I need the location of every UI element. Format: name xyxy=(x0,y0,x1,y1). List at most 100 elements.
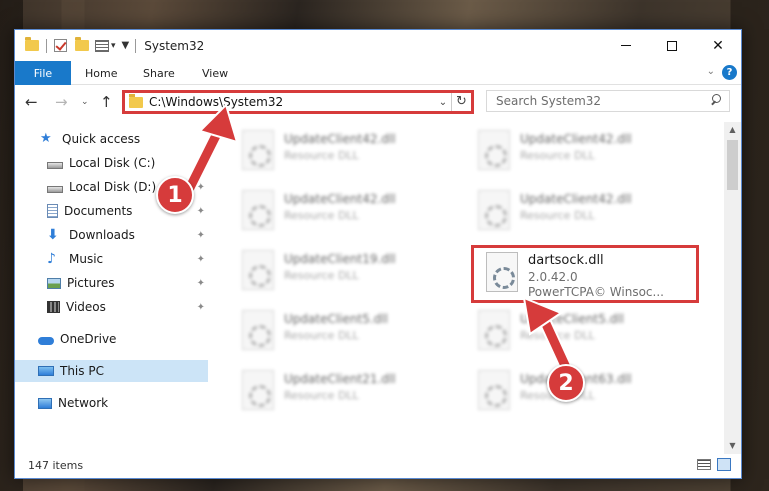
pin-icon[interactable]: ✦ xyxy=(197,230,205,241)
sidebar-item-label: This PC xyxy=(60,364,104,378)
title-divider xyxy=(135,38,137,53)
file-tile[interactable]: UpdateClient5.dll Resource DLL xyxy=(466,306,696,358)
pictures-icon xyxy=(47,277,61,289)
file-tile[interactable]: UpdateClient21.dll Resource DLL xyxy=(230,366,460,418)
file-name: UpdateClient42.dll xyxy=(284,132,396,146)
close-button[interactable]: ✕ xyxy=(695,30,741,61)
back-arrow-icon[interactable]: ← xyxy=(25,93,38,111)
details-view-icon[interactable] xyxy=(697,459,711,470)
search-box[interactable]: Search System32 xyxy=(486,90,730,112)
navigation-pane: ★ Quick access Local Disk (C:) ✦ Local D… xyxy=(15,122,208,452)
new-folder-icon[interactable] xyxy=(75,37,89,51)
file-name: UpdateClient19.dll xyxy=(284,252,396,266)
sidebar-item-quick-access[interactable]: ★ Quick access xyxy=(15,128,208,150)
forward-arrow-icon[interactable]: → xyxy=(55,93,68,111)
sidebar-item-pictures[interactable]: Pictures ✦ xyxy=(15,272,208,294)
file-name: UpdateClient42.dll xyxy=(284,192,396,206)
properties-icon[interactable] xyxy=(95,39,109,52)
downloads-icon: ⬇ xyxy=(47,227,59,243)
dll-file-icon xyxy=(478,310,510,350)
navigation-bar: ← → ⌄ ↑ C:\Windows\System32 ⌄ ↻ Search S… xyxy=(15,86,741,118)
scroll-up-icon[interactable]: ▲ xyxy=(724,122,741,138)
videos-icon xyxy=(47,301,60,313)
tiles-view-icon[interactable] xyxy=(717,458,731,471)
dll-file-icon xyxy=(242,130,274,170)
dll-file-icon xyxy=(242,370,274,410)
minimize-button[interactable] xyxy=(603,30,649,61)
quick-access-divider xyxy=(46,38,47,53)
pin-icon[interactable]: ✦ xyxy=(197,158,205,169)
sidebar-item-label: Downloads xyxy=(69,228,135,242)
minimize-icon xyxy=(621,45,631,46)
sidebar-item-label: Music xyxy=(69,252,104,266)
file-tile[interactable]: UpdateClient42.dll Resource DLL xyxy=(466,186,696,238)
file-name: UpdateClient5.dll xyxy=(284,312,388,326)
this-pc-icon xyxy=(38,366,54,376)
sidebar-item-local-disk-c[interactable]: Local Disk (C:) ✦ xyxy=(15,152,208,174)
drive-icon xyxy=(47,162,63,169)
file-tile[interactable]: UpdateClient42.dll Resource DLL xyxy=(230,186,460,238)
documents-icon xyxy=(47,204,58,218)
sidebar-item-music[interactable]: ♪ Music ✦ xyxy=(15,248,208,270)
chevron-down-icon[interactable]: ▾ xyxy=(111,41,116,51)
file-type: Resource DLL xyxy=(284,389,359,402)
dll-file-icon xyxy=(242,310,274,350)
file-tile[interactable]: UpdateClient5.dll Resource DLL xyxy=(230,306,460,358)
close-icon: ✕ xyxy=(712,37,724,54)
address-bar[interactable]: C:\Windows\System32 ⌄ ↻ xyxy=(122,90,474,114)
ribbon-tabs: File Home Share View ⌄ ? xyxy=(15,61,741,85)
dll-file-icon xyxy=(242,250,274,290)
address-path[interactable]: C:\Windows\System32 xyxy=(149,95,435,109)
sidebar-item-label: Documents xyxy=(64,204,133,218)
search-icon[interactable] xyxy=(707,93,723,109)
sidebar-item-label: Videos xyxy=(66,300,106,314)
sidebar-item-onedrive[interactable]: OneDrive xyxy=(15,328,208,350)
pin-icon[interactable]: ✦ xyxy=(197,206,205,217)
file-name: UpdateClient42.dll xyxy=(520,192,632,206)
file-name: UpdateClient42.dll xyxy=(520,132,632,146)
folder-icon xyxy=(25,37,39,51)
search-input[interactable]: Search System32 xyxy=(496,94,707,108)
sidebar-item-downloads[interactable]: ⬇ Downloads ✦ xyxy=(15,224,208,246)
drive-icon xyxy=(47,186,63,193)
file-tile[interactable]: UpdateClient42.dll Resource DLL xyxy=(466,126,696,178)
maximize-button[interactable] xyxy=(649,30,695,61)
tab-view[interactable]: View xyxy=(202,61,228,85)
sidebar-item-label: Quick access xyxy=(62,132,141,146)
music-icon: ♪ xyxy=(47,251,56,267)
dll-file-icon xyxy=(242,190,274,230)
pin-icon[interactable]: ✦ xyxy=(197,254,205,265)
recent-locations-icon[interactable]: ⌄ xyxy=(81,97,89,107)
dll-file-icon xyxy=(478,130,510,170)
sidebar-item-label: Local Disk (D:) xyxy=(69,180,157,194)
properties-check-icon[interactable] xyxy=(54,39,67,52)
file-name: UpdateClient5.dll xyxy=(520,312,624,326)
refresh-icon[interactable]: ↻ xyxy=(451,93,471,111)
file-tile[interactable]: UpdateClient42.dll Resource DLL xyxy=(230,126,460,178)
tab-share[interactable]: Share xyxy=(143,61,175,85)
customize-toolbar-icon[interactable]: ▼ xyxy=(122,40,130,51)
sidebar-item-videos[interactable]: Videos ✦ xyxy=(15,296,208,318)
file-tile[interactable]: UpdateClient19.dll Resource DLL xyxy=(230,246,460,298)
vertical-scrollbar[interactable]: ▲ ▼ xyxy=(724,122,741,454)
tab-home[interactable]: Home xyxy=(85,61,117,85)
dll-file-icon xyxy=(478,370,510,410)
title-bar: ▾ ▼ System32 ✕ xyxy=(15,30,741,61)
expand-ribbon-icon[interactable]: ⌄ xyxy=(707,66,715,77)
help-icon[interactable]: ? xyxy=(722,65,737,80)
pin-icon[interactable]: ✦ xyxy=(197,302,205,313)
file-name: UpdateClient21.dll xyxy=(284,372,396,386)
chevron-down-icon[interactable]: ⌄ xyxy=(435,97,451,108)
folder-icon xyxy=(129,93,143,108)
sidebar-item-this-pc[interactable]: This PC xyxy=(15,360,208,382)
pin-icon[interactable]: ✦ xyxy=(197,278,205,289)
sidebar-item-label: Pictures xyxy=(67,276,115,290)
file-list: UpdateClient42.dll Resource DLL UpdateCli… xyxy=(220,122,725,454)
tab-file[interactable]: File xyxy=(15,61,71,85)
sidebar-item-network[interactable]: Network xyxy=(15,392,208,414)
up-arrow-icon[interactable]: ↑ xyxy=(100,93,113,111)
file-type: Resource DLL xyxy=(520,209,595,222)
pin-icon[interactable]: ✦ xyxy=(197,182,205,193)
scrollbar-thumb[interactable] xyxy=(727,140,738,190)
file-type: Resource DLL xyxy=(520,329,595,342)
